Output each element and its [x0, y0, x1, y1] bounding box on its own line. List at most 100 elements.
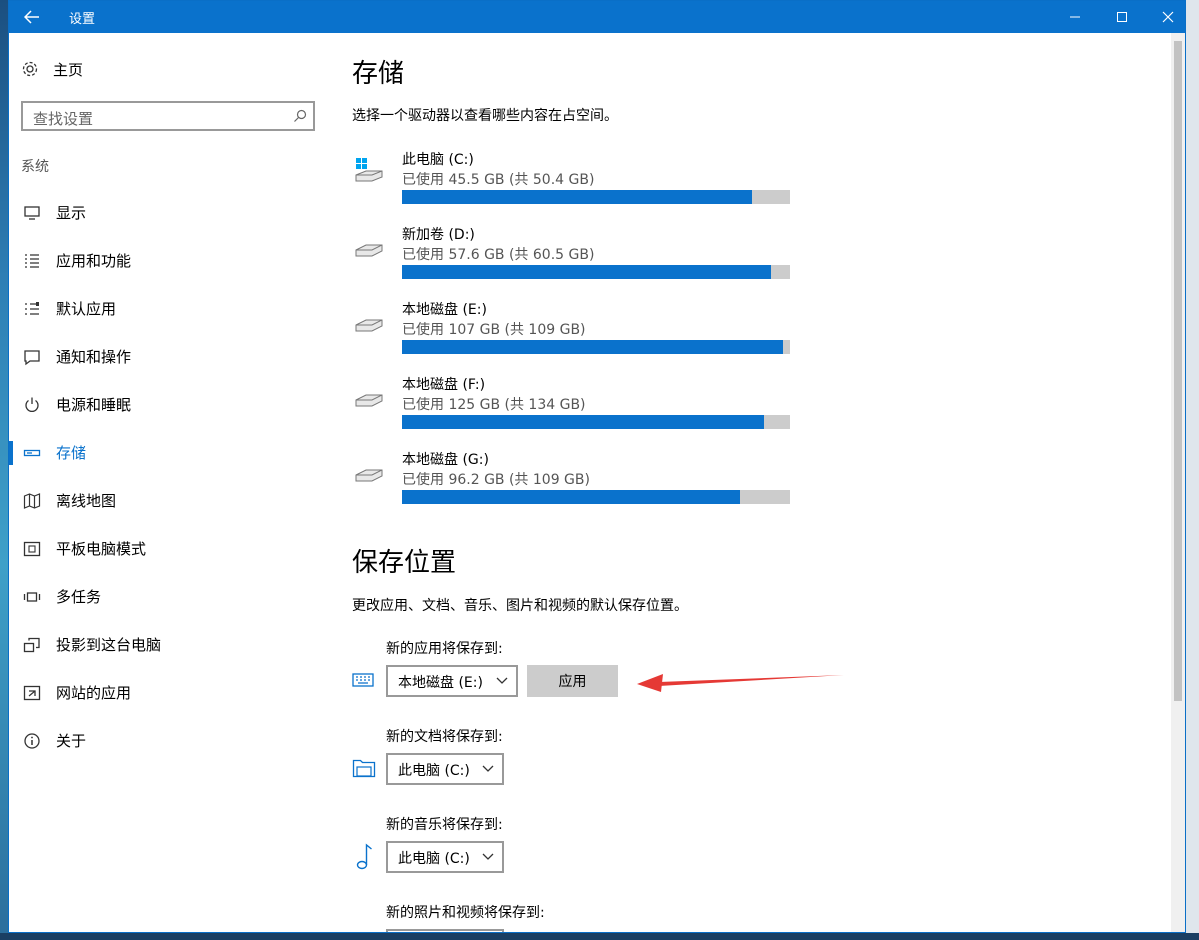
active-indicator [9, 441, 13, 465]
nav-item-about[interactable]: 关于 [9, 719, 329, 763]
nav-group-label: 系统 [21, 159, 49, 175]
search-box[interactable]: 查找设置 [21, 101, 315, 131]
nav-item-project[interactable]: 投影到这台电脑 [9, 623, 329, 667]
nav-item-notifications[interactable]: 通知和操作 [9, 335, 329, 379]
apps-save-label: 新的应用将保存到: [386, 641, 503, 657]
drive-item[interactable]: 本地磁盘 (E:) 已使用 107 GB (共 109 GB) [352, 299, 812, 359]
chevron-down-icon [496, 677, 508, 684]
default-apps-icon [25, 302, 39, 315]
photos-save-location-dropdown[interactable] [386, 929, 504, 932]
title-bar: 设置 [9, 1, 1185, 33]
drive-item[interactable]: 本地磁盘 (F:) 已使用 125 GB (共 134 GB) [352, 374, 812, 434]
nav-item-tablet-mode[interactable]: 平板电脑模式 [9, 527, 329, 571]
drive-name: 新加卷 (D:) [402, 227, 475, 243]
storage-description: 选择一个驱动器以查看哪些内容在占空间。 [352, 108, 618, 124]
drive-item[interactable]: 本地磁盘 (G:) 已使用 96.2 GB (共 109 GB) [352, 449, 812, 509]
nav-item-label: 关于 [56, 732, 87, 750]
window-title: 设置 [69, 12, 96, 27]
power-icon [25, 397, 39, 412]
drive-usage: 已使用 45.5 GB (共 50.4 GB) [402, 172, 595, 188]
list-icon [25, 254, 39, 268]
drive-icon [355, 244, 383, 257]
nav-item-offline-maps[interactable]: 离线地图 [9, 479, 329, 523]
desktop-background-right [1186, 0, 1199, 940]
drive-usage: 已使用 125 GB (共 134 GB) [402, 397, 586, 413]
drive-usage: 已使用 57.6 GB (共 60.5 GB) [402, 247, 595, 263]
nav-item-label: 电源和睡眠 [56, 396, 132, 414]
maximize-button[interactable] [1099, 1, 1145, 33]
dropdown-value: 本地磁盘 (E:) [398, 675, 483, 691]
drive-icon [355, 394, 383, 407]
nav-item-display[interactable]: 显示 [9, 191, 329, 235]
save-locations-title: 保存位置 [352, 548, 457, 578]
documents-save-location-dropdown[interactable]: 此电脑 (C:) [386, 753, 504, 785]
info-icon [24, 733, 40, 749]
nav-item-label: 多任务 [56, 588, 102, 606]
minimize-icon [1070, 16, 1080, 18]
vertical-scrollbar[interactable] [1171, 33, 1185, 932]
usage-bar [402, 415, 790, 429]
apps-save-location-dropdown[interactable]: 本地磁盘 (E:) [386, 665, 518, 697]
dropdown-value: 此电脑 (C:) [398, 763, 470, 779]
usage-bar [402, 490, 790, 504]
usage-bar-fill [402, 340, 784, 354]
nav-item-label: 通知和操作 [56, 348, 132, 366]
usage-bar-fill [402, 415, 764, 429]
music-save-location-dropdown[interactable]: 此电脑 (C:) [386, 841, 504, 873]
nav-item-label: 存储 [56, 444, 87, 462]
system-drive-icon [355, 158, 383, 182]
drive-item[interactable]: 此电脑 (C:) 已使用 45.5 GB (共 50.4 GB) [352, 149, 812, 209]
annotation-arrow [637, 674, 844, 692]
dropdown-value: 此电脑 (C:) [398, 851, 470, 867]
search-icon [294, 109, 307, 122]
drive-usage: 已使用 107 GB (共 109 GB) [402, 322, 586, 338]
usage-bar-fill [402, 190, 753, 204]
settings-window: 设置 主页 查找设置 系统 显示 应用和功能 默认应用 通知和操作 电源和睡眠 … [8, 0, 1186, 933]
nav-item-label: 投影到这台电脑 [56, 636, 162, 654]
monitor-icon [24, 206, 40, 220]
storage-icon [23, 449, 41, 457]
multitask-icon [23, 592, 41, 602]
nav-item-label: 网站的应用 [56, 684, 132, 702]
project-icon [23, 637, 40, 653]
nav-home-label: 主页 [53, 60, 84, 79]
drive-name: 本地磁盘 (E:) [402, 302, 487, 318]
usage-bar [402, 340, 790, 354]
nav-item-power-sleep[interactable]: 电源和睡眠 [9, 383, 329, 427]
drive-usage: 已使用 96.2 GB (共 109 GB) [402, 472, 590, 488]
apply-button[interactable]: 应用 [527, 665, 618, 697]
taskbar-edge [0, 933, 1199, 940]
notification-icon [24, 350, 40, 366]
search-placeholder: 查找设置 [33, 110, 94, 128]
nav-home[interactable]: 主页 [21, 57, 83, 81]
back-arrow-icon [24, 10, 39, 24]
music-save-label: 新的音乐将保存到: [386, 817, 503, 833]
photos-save-label: 新的照片和视频将保存到: [386, 905, 545, 921]
desktop-background [0, 0, 8, 940]
drive-item[interactable]: 新加卷 (D:) 已使用 57.6 GB (共 60.5 GB) [352, 224, 812, 284]
back-button[interactable] [9, 1, 55, 33]
drive-icon [355, 469, 383, 482]
usage-bar [402, 190, 790, 204]
usage-bar-fill [402, 490, 740, 504]
chevron-down-icon [482, 765, 494, 772]
drive-name: 本地磁盘 (G:) [402, 452, 489, 468]
tablet-icon [23, 541, 41, 557]
documents-save-label: 新的文档将保存到: [386, 729, 503, 745]
minimize-button[interactable] [1052, 1, 1098, 33]
usage-bar [402, 265, 790, 279]
close-button[interactable] [1145, 1, 1185, 33]
nav-item-label: 离线地图 [56, 492, 117, 510]
drive-name: 此电脑 (C:) [402, 152, 474, 168]
nav-item-apps-for-websites[interactable]: 网站的应用 [9, 671, 329, 715]
documents-folder-icon [352, 759, 376, 778]
gear-icon [22, 61, 38, 77]
scrollbar-thumb[interactable] [1174, 41, 1182, 701]
nav-item-apps-features[interactable]: 应用和功能 [9, 239, 329, 283]
nav-item-multitasking[interactable]: 多任务 [9, 575, 329, 619]
nav-item-storage[interactable]: 存储 [9, 431, 329, 475]
usage-bar-fill [402, 265, 772, 279]
close-icon [1162, 11, 1174, 23]
drive-name: 本地磁盘 (F:) [402, 377, 486, 393]
nav-item-default-apps[interactable]: 默认应用 [9, 287, 329, 331]
